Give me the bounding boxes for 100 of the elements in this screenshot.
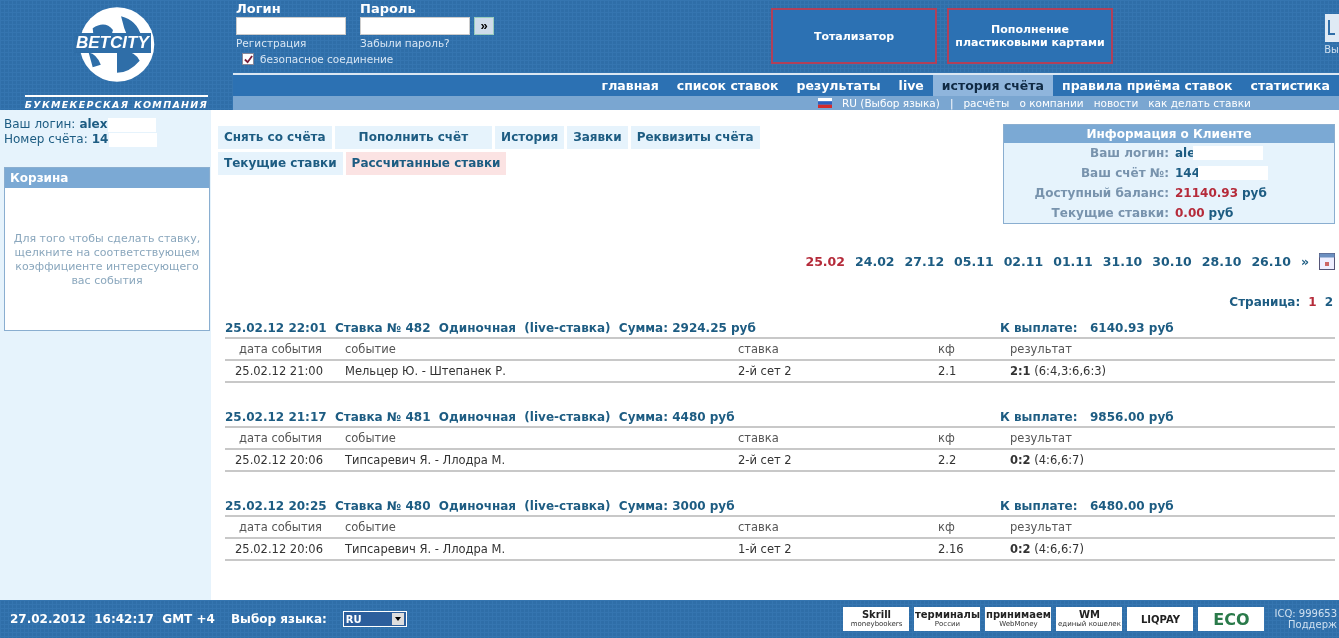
info-value: 144 <box>1175 165 1201 182</box>
table-cell-text: Типсаревич Я. - Ллодра М. <box>345 541 507 558</box>
account-tab[interactable]: Текущие ставки <box>218 152 343 175</box>
nav-item[interactable]: главная <box>592 75 668 96</box>
promo-button[interactable]: Пополнение пластиковыми картами <box>947 8 1113 64</box>
login-field[interactable] <box>236 17 346 35</box>
column-header: кф <box>938 519 956 536</box>
forgot-password-link[interactable]: Забыли пароль? <box>360 35 494 51</box>
info-label: Доступный баланс: <box>1033 185 1170 202</box>
flag-icon <box>818 98 832 108</box>
language-label: Выбор языка: <box>230 612 327 626</box>
payment-logo[interactable]: LIQPAY <box>1127 607 1194 631</box>
password-field[interactable] <box>360 17 470 35</box>
login-label: Логин <box>236 0 282 17</box>
nav-item[interactable]: правила приёма ставок <box>1053 75 1242 96</box>
payout-label: К выплате: <box>1000 498 1079 515</box>
column-header: дата события <box>238 341 324 358</box>
info-value: 0.00 <box>1175 205 1205 222</box>
date-link[interactable]: 25.02 <box>805 254 845 269</box>
date-link[interactable]: 01.11 <box>1053 254 1093 269</box>
table-cell-text: 0:2 (4:6,6:7) <box>1010 541 1085 558</box>
date-link[interactable]: 26.10 <box>1251 254 1291 269</box>
promo-button[interactable]: Тотализатор <box>771 8 937 64</box>
column-header: кф <box>938 430 956 447</box>
table-cell-text: 25.02.12 20:06 <box>235 452 324 469</box>
column-header: ставка <box>738 430 780 447</box>
info-label: Ваш счёт №: <box>1079 165 1170 182</box>
info-label: Ваш логин: <box>1089 145 1170 162</box>
register-link[interactable]: Регистрация <box>236 35 346 51</box>
column-header: событие <box>345 341 397 358</box>
date-link[interactable]: 27.12 <box>904 254 945 269</box>
date-link[interactable]: 05.11 <box>954 254 994 269</box>
column-header: результат <box>1010 519 1073 536</box>
column-header: дата события <box>238 430 324 447</box>
nav-item[interactable]: live <box>889 75 933 96</box>
login-value: alex <box>79 117 108 132</box>
nav-item[interactable]: история счёта <box>932 75 1054 96</box>
table-cell-text: 2-й сет 2 <box>738 452 793 469</box>
date-link[interactable]: 30.10 <box>1152 254 1192 269</box>
currency-text: руб <box>1208 205 1234 222</box>
column-header: дата события <box>238 519 324 536</box>
redaction-patch <box>1193 146 1264 160</box>
account-tab[interactable]: Рассчитанные ставки <box>345 152 507 175</box>
account-label: Номер счёта: <box>4 132 88 147</box>
payout-value: 6140.93 руб <box>1090 320 1174 337</box>
info-value: 21140.93 <box>1175 185 1238 202</box>
login-label: Ваш логин: <box>4 117 76 132</box>
secure-checkbox[interactable] <box>242 53 254 65</box>
column-header: событие <box>345 430 397 447</box>
payout-value: 6480.00 руб <box>1090 498 1174 515</box>
column-header: ставка <box>738 519 780 536</box>
date-link[interactable]: 24.02 <box>855 254 895 269</box>
redaction-patch <box>109 132 158 147</box>
redaction-patch <box>1198 166 1269 180</box>
exit-label[interactable]: Вы <box>1324 44 1339 55</box>
table-cell-text: Мельцер Ю. - Штепанек Р. <box>345 363 507 380</box>
logo-text: BETCITY <box>74 33 151 53</box>
client-info-title: Информация о Клиенте <box>1004 125 1334 143</box>
payout-label: К выплате: <box>1000 320 1079 337</box>
table-cell-text: 2.1 <box>938 363 958 380</box>
table-cell-text: 0:2 (4:6,6:7) <box>1010 452 1085 469</box>
calendar-icon[interactable] <box>1319 253 1335 270</box>
account-tab[interactable]: Снять со счёта <box>218 126 332 149</box>
support-link[interactable]: Поддерж <box>1288 619 1337 630</box>
account-tab[interactable]: История <box>495 126 565 149</box>
account-tab[interactable]: Пополнить счёт <box>334 126 493 149</box>
account-value: 14 <box>91 132 109 147</box>
table-cell-text: 25.02.12 21:00 <box>235 363 324 380</box>
datetime-text: 27.02.2012 16:42:17 GMT +4 <box>10 612 215 626</box>
payment-logo[interactable]: ECO <box>1198 607 1265 631</box>
column-header: событие <box>345 519 397 536</box>
exit-icon[interactable] <box>1325 14 1339 42</box>
date-link[interactable]: 31.10 <box>1102 254 1143 269</box>
redaction-patch <box>108 117 157 132</box>
basket-hint: Для того чтобы сделать ставку, щелкните на соответствующем коэффициенте интересующего вас события <box>12 232 202 288</box>
account-tab[interactable]: Реквизиты счёта <box>630 126 760 149</box>
caret-icon[interactable] <box>391 613 404 625</box>
account-tab[interactable]: Заявки <box>567 126 628 149</box>
nav-item[interactable]: результаты <box>787 75 890 96</box>
date-link[interactable]: 02.11 <box>1003 254 1044 269</box>
bet-title: 25.02.12 20:25 Ставка № 480 Одиночная (live-ставка) Сумма: 3000 руб <box>225 498 736 515</box>
page-link[interactable]: 2 <box>1324 295 1333 309</box>
table-cell-text: 2.2 <box>938 452 958 469</box>
basket-title: Корзина <box>5 168 209 188</box>
more-dates-link[interactable]: » <box>1300 254 1309 269</box>
table-cell-text: 2-й сет 2 <box>738 363 793 380</box>
nav-item[interactable]: список ставок <box>667 75 788 96</box>
language-select[interactable]: RU <box>342 611 407 627</box>
page-link[interactable]: 1 <box>1308 295 1317 309</box>
table-cell-text: 2.16 <box>938 541 965 558</box>
nav-item[interactable]: статистика <box>1241 75 1339 96</box>
table-cell-text: 2:1 (6:4,3:6,6:3) <box>1010 363 1108 380</box>
payout-value: 9856.00 руб <box>1090 409 1174 426</box>
column-header: результат <box>1010 341 1073 358</box>
submit-button[interactable]: » <box>474 17 494 35</box>
column-header: ставка <box>738 341 780 358</box>
page-label: Страница: <box>1229 295 1301 309</box>
table-cell-text: Типсаревич Я. - Ллодра М. <box>345 452 507 469</box>
column-header: результат <box>1010 430 1073 447</box>
date-link[interactable]: 28.10 <box>1201 254 1242 269</box>
